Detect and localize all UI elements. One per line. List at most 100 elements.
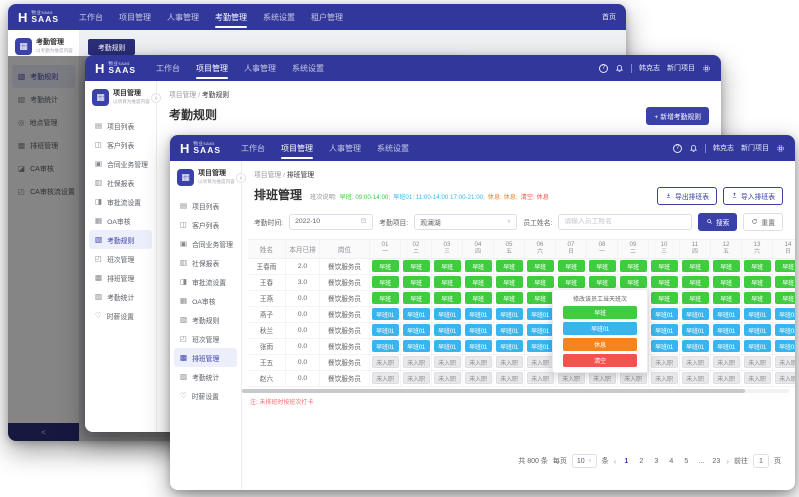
shift-chip[interactable]: 早班01	[434, 340, 461, 352]
nav-item-系统设置[interactable]: 系统设置	[263, 4, 295, 30]
shift-chip[interactable]: 早班	[651, 276, 678, 288]
sidebar-item-排班管理[interactable]: ▩排班管理	[174, 348, 237, 367]
sidebar-item-审批流设置[interactable]: ◨审批流设置	[174, 272, 237, 291]
nav-item-项目管理[interactable]: 项目管理	[196, 55, 228, 81]
shift-chip[interactable]: 早班	[465, 276, 492, 288]
shift-chip[interactable]: 早班	[465, 260, 492, 272]
shift-chip[interactable]: 未入职	[403, 372, 430, 384]
shift-chip[interactable]: 早班	[682, 276, 709, 288]
shift-option-早班01[interactable]: 早班01	[563, 322, 637, 335]
nav-item-系统设置[interactable]: 系统设置	[292, 55, 324, 81]
shift-chip[interactable]: 未入职	[651, 372, 678, 384]
attendance-project-select[interactable]: 观澜湖 ∨	[414, 214, 517, 230]
shift-chip[interactable]: 未入职	[434, 356, 461, 368]
shift-chip[interactable]: 未入职	[744, 356, 771, 368]
horizontal-scrollbar[interactable]	[242, 389, 789, 393]
page-button-1[interactable]: 1	[621, 458, 631, 465]
shift-chip[interactable]: 早班	[527, 260, 554, 272]
shift-option-休息[interactable]: 休息	[563, 338, 637, 351]
nav-item-人事管理[interactable]: 人事管理	[244, 55, 276, 81]
employee-name-input[interactable]	[564, 218, 685, 225]
shift-chip[interactable]: 早班	[651, 292, 678, 304]
shift-chip[interactable]: 早班	[589, 260, 616, 272]
shift-chip[interactable]: 未入职	[465, 372, 492, 384]
page-button-4[interactable]: 4	[666, 458, 676, 465]
shift-chip[interactable]: 早班	[682, 292, 709, 304]
nav-item-工作台[interactable]: 工作台	[241, 135, 265, 161]
shift-chip[interactable]: 早班01	[651, 340, 678, 352]
nav-item-系统设置[interactable]: 系统设置	[377, 135, 409, 161]
shift-chip[interactable]: 未入职	[744, 372, 771, 384]
shift-chip[interactable]: 早班01	[403, 324, 430, 336]
shift-chip[interactable]: 早班01	[403, 340, 430, 352]
sidebar-item-OA审核[interactable]: ▦OA审核	[89, 211, 152, 230]
shift-chip[interactable]: 早班	[403, 260, 430, 272]
shift-chip[interactable]: 早班	[589, 276, 616, 288]
sidebar-item-时薪设置[interactable]: ♡时薪设置	[89, 306, 152, 325]
shift-chip[interactable]: 未入职	[527, 356, 554, 368]
shift-chip[interactable]: 早班01	[434, 324, 461, 336]
user-org[interactable]: 新门项目	[741, 143, 769, 153]
tab-attendance-rule[interactable]: 考勤规则	[88, 39, 135, 55]
shift-chip[interactable]: 早班01	[465, 324, 492, 336]
shift-chip[interactable]: 早班01	[651, 308, 678, 320]
breadcrumb-root[interactable]: 项目管理	[169, 92, 196, 99]
shift-chip[interactable]: 未入职	[713, 356, 740, 368]
help-icon[interactable]: ?	[673, 144, 682, 153]
sidebar-item-合同业务管理[interactable]: ▣合同业务管理	[89, 154, 152, 173]
breadcrumb-root[interactable]: 项目管理	[254, 172, 281, 179]
shift-chip[interactable]: 早班01	[682, 324, 709, 336]
home-link[interactable]: 首页	[602, 12, 616, 22]
shift-chip[interactable]: 早班	[372, 292, 399, 304]
shift-chip[interactable]: 早班01	[775, 308, 796, 320]
notification-bell-icon[interactable]	[615, 64, 624, 73]
page-button-3[interactable]: 3	[651, 458, 661, 465]
shift-option-早班[interactable]: 早班	[563, 306, 637, 319]
settings-gear-icon[interactable]	[776, 144, 785, 153]
shift-chip[interactable]: 早班01	[713, 340, 740, 352]
shift-chip[interactable]: 未入职	[775, 372, 796, 384]
shift-chip[interactable]: 早班01	[403, 308, 430, 320]
shift-chip[interactable]: 未入职	[496, 356, 523, 368]
shift-chip[interactable]: 早班	[713, 276, 740, 288]
nav-item-项目管理[interactable]: 项目管理	[119, 4, 151, 30]
shift-chip[interactable]: 未入职	[682, 356, 709, 368]
shift-chip[interactable]: 早班01	[682, 308, 709, 320]
sidebar-item-社保报表[interactable]: ▥社保报表	[89, 173, 152, 192]
shift-chip[interactable]: 早班	[775, 276, 796, 288]
shift-chip[interactable]: 早班	[403, 276, 430, 288]
shift-chip[interactable]: 未入职	[558, 372, 585, 384]
shift-chip[interactable]: 早班	[496, 260, 523, 272]
next-page-button[interactable]: ›	[726, 457, 729, 466]
shift-chip[interactable]: 早班	[744, 292, 771, 304]
add-attendance-rule-button[interactable]: + 新增考勤规则	[646, 107, 709, 125]
page-button-2[interactable]: 2	[636, 458, 646, 465]
shift-chip[interactable]: 早班01	[713, 308, 740, 320]
search-button[interactable]: 搜索	[698, 213, 738, 231]
sidebar-item-合同业务管理[interactable]: ▣合同业务管理	[174, 234, 237, 253]
shift-chip[interactable]: 未入职	[713, 372, 740, 384]
shift-chip[interactable]: 早班	[434, 292, 461, 304]
shift-chip[interactable]: 早班01	[496, 324, 523, 336]
shift-chip[interactable]: 早班01	[465, 308, 492, 320]
shift-chip[interactable]: 早班	[403, 292, 430, 304]
goto-page-input[interactable]	[753, 454, 769, 468]
shift-chip[interactable]: 早班01	[496, 308, 523, 320]
shift-chip[interactable]: 早班	[558, 260, 585, 272]
shift-chip[interactable]: 早班01	[775, 340, 796, 352]
sidebar-item-项目列表[interactable]: ▤项目列表	[174, 196, 237, 215]
nav-item-项目管理[interactable]: 项目管理	[281, 135, 313, 161]
shift-chip[interactable]: 早班	[527, 276, 554, 288]
shift-chip[interactable]: 未入职	[434, 372, 461, 384]
prev-page-button[interactable]: ‹	[614, 457, 617, 466]
shift-chip[interactable]: 早班01	[527, 324, 554, 336]
shift-chip[interactable]: 早班01	[527, 308, 554, 320]
sidebar-item-考勤统计[interactable]: ▨考勤统计	[174, 367, 237, 386]
shift-chip[interactable]: 早班	[372, 260, 399, 272]
nav-item-租户管理[interactable]: 租户管理	[311, 4, 343, 30]
shift-chip[interactable]: 早班	[744, 260, 771, 272]
sidebar-item-排班管理[interactable]: ▩排班管理	[89, 268, 152, 287]
shift-chip[interactable]: 早班	[682, 260, 709, 272]
shift-chip[interactable]: 未入职	[372, 372, 399, 384]
shift-chip[interactable]: 早班	[496, 292, 523, 304]
